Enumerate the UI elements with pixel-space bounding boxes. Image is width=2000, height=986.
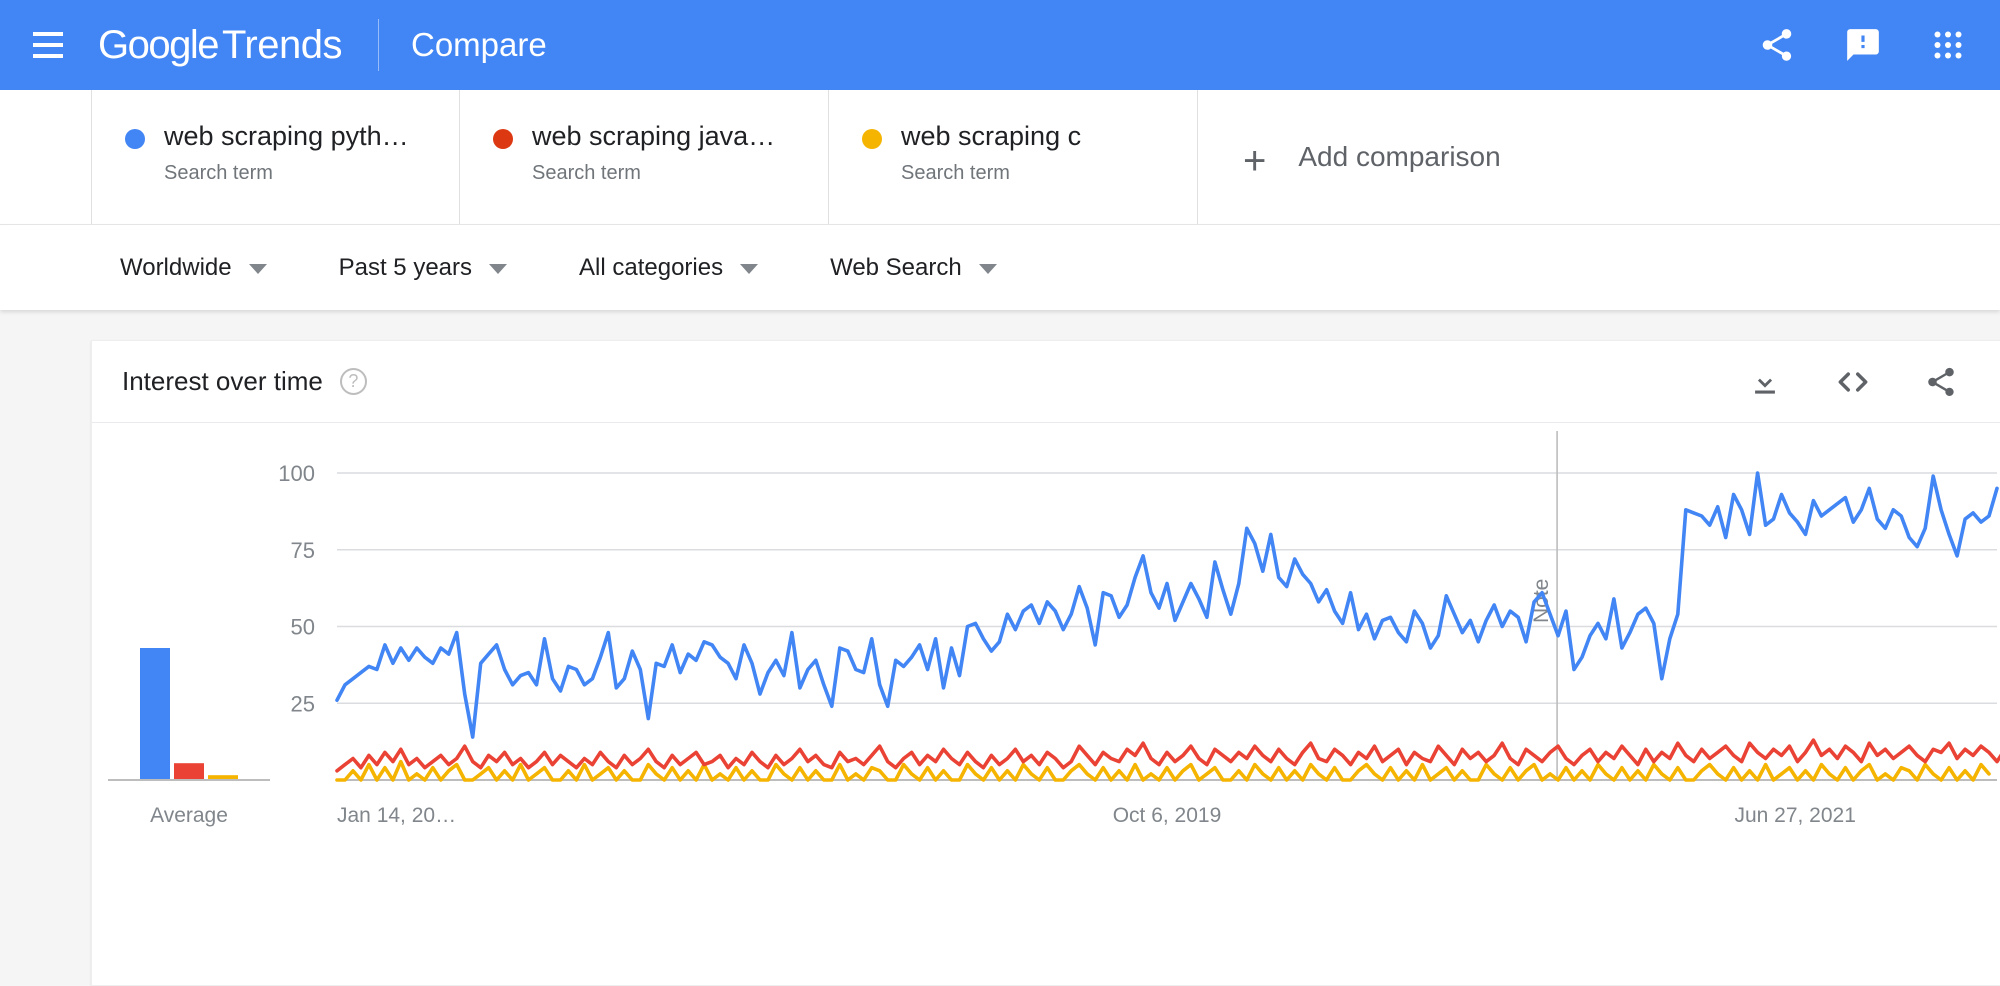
y-axis-tick-label: 100 (278, 461, 315, 486)
filter-time-range[interactable]: Past 5 years (339, 254, 507, 282)
feedback-icon[interactable] (1844, 26, 1882, 64)
plus-icon: + (1243, 141, 1266, 181)
page-title: Compare (411, 26, 547, 64)
term-type-1: Search term (164, 162, 459, 185)
logo-google-text: Google (98, 23, 218, 68)
apps-grid-icon[interactable] (1930, 27, 1966, 63)
y-axis-tick-label: 75 (291, 538, 315, 563)
chevron-down-icon (740, 264, 758, 274)
filter-search-type-label: Web Search (830, 254, 962, 282)
card-actions (1748, 363, 1958, 401)
term-color-dot-3 (862, 129, 882, 149)
term-card-2[interactable]: web scraping java… Search term (460, 90, 829, 224)
add-comparison-label: Add comparison (1298, 141, 1500, 173)
header-divider (378, 19, 379, 71)
share-icon[interactable] (1758, 26, 1796, 64)
chevron-down-icon (489, 264, 507, 274)
term-color-dot-1 (125, 129, 145, 149)
x-axis-tick-label: Oct 6, 2019 (1113, 804, 1222, 827)
term-color-dot-2 (493, 129, 513, 149)
terms-left-gutter (0, 90, 91, 224)
card-title: Interest over time (122, 366, 323, 397)
filter-search-type[interactable]: Web Search (830, 254, 997, 282)
filter-category-label: All categories (579, 254, 723, 282)
average-bar-2 (174, 763, 204, 780)
x-axis-tick-label: Jan 14, 20… (337, 804, 456, 827)
google-trends-logo[interactable]: Google Trends (98, 23, 342, 68)
hamburger-menu-icon[interactable] (26, 23, 70, 67)
average-bar-1 (140, 648, 170, 780)
help-icon[interactable]: ? (340, 368, 367, 395)
term-card-3[interactable]: web scraping c Search term (829, 90, 1198, 224)
logo-trends-text: Trends (222, 23, 342, 68)
chart-area: 255075100NoteJan 14, 20…Oct 6, 2019Jun 2… (92, 423, 2000, 986)
y-axis-tick-label: 25 (291, 691, 315, 716)
average-label: Average (150, 804, 228, 827)
share-chart-icon[interactable] (1924, 365, 1958, 399)
chevron-down-icon (979, 264, 997, 274)
term-label-1: web scraping pyth… (164, 122, 459, 152)
add-comparison-button[interactable]: + Add comparison (1198, 90, 2000, 224)
term-type-3: Search term (901, 162, 1197, 185)
main-content: Interest over time ? (0, 310, 2000, 986)
interest-over-time-card: Interest over time ? (91, 340, 2000, 986)
filter-bar: Worldwide Past 5 years All categories We… (0, 225, 2000, 310)
x-axis-tick-label: Jun 27, 2021 (1734, 804, 1855, 827)
y-axis-tick-label: 50 (291, 615, 315, 640)
card-header: Interest over time ? (92, 341, 2000, 423)
comparison-terms-bar: web scraping pyth… Search term web scrap… (0, 90, 2000, 225)
term-label-3: web scraping c (901, 122, 1197, 152)
chevron-down-icon (249, 264, 267, 274)
app-header: Google Trends Compare (0, 0, 2000, 90)
filter-category[interactable]: All categories (579, 254, 758, 282)
embed-code-icon[interactable] (1834, 363, 1872, 401)
filter-time-range-label: Past 5 years (339, 254, 472, 282)
term-card-1[interactable]: web scraping pyth… Search term (91, 90, 460, 224)
term-label-2: web scraping java… (532, 122, 828, 152)
series-line-3 (337, 762, 1989, 780)
download-csv-icon[interactable] (1748, 365, 1782, 399)
header-actions (1758, 26, 1966, 64)
term-type-2: Search term (532, 162, 828, 185)
interest-over-time-chart[interactable]: 255075100NoteJan 14, 20…Oct 6, 2019Jun 2… (92, 423, 2000, 986)
series-line-1 (337, 473, 1997, 737)
filter-region[interactable]: Worldwide (120, 254, 267, 282)
filter-region-label: Worldwide (120, 254, 232, 282)
